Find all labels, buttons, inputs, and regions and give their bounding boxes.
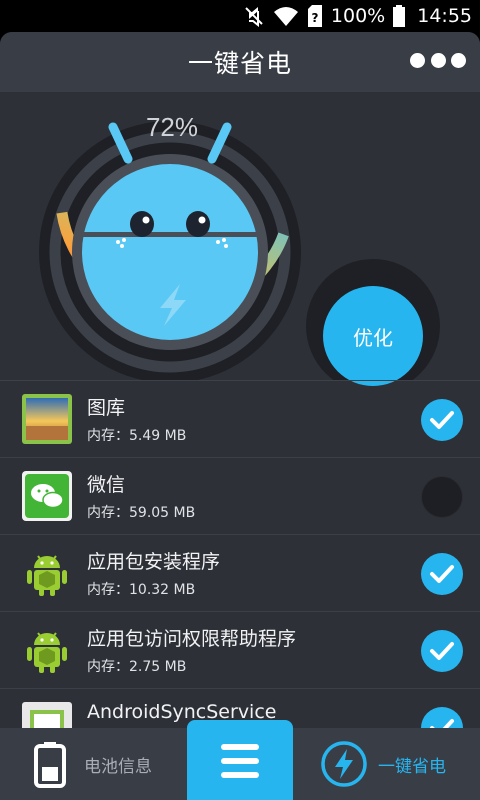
battery-percent-text: 72% [145, 112, 199, 142]
bottom-nav: 电池信息 一键省电 [0, 720, 480, 800]
app-list: 图库 内存：5.49 MB 微信 内存：59.05 MB 应用包安装程序 内存：… [0, 381, 480, 728]
list-item[interactable]: 应用包访问权限帮助程序 内存：2.75 MB [0, 612, 480, 689]
app-name: 应用包访问权限帮助程序 [87, 628, 297, 650]
list-item[interactable]: 微信 内存：59.05 MB [0, 458, 480, 535]
list-item[interactable]: 应用包安装程序 内存：10.32 MB [0, 535, 480, 612]
list-item[interactable]: 图库 内存：5.49 MB [0, 381, 480, 458]
nav-battery-info[interactable]: 电池信息 [0, 728, 187, 800]
app-name: 微信 [87, 474, 126, 496]
checkbox[interactable] [421, 553, 463, 595]
checkbox[interactable] [421, 476, 463, 518]
menu-icon [221, 744, 259, 782]
app-memory: 内存：59.05 MB [87, 505, 196, 521]
app-window: 一键省电 72% 优化 图库 内存：5.49 MB 微信 内存：59.05 MB… [0, 32, 480, 800]
more-dots-icon[interactable] [410, 52, 466, 68]
checkbox[interactable] [421, 630, 463, 672]
battery-icon [393, 5, 406, 27]
sim-icon: ? [307, 5, 323, 27]
android-icon [22, 625, 72, 675]
gallery-icon [22, 394, 72, 444]
app-memory: 内存：10.32 MB [87, 582, 196, 598]
battery-icon [34, 742, 66, 792]
checkbox[interactable] [421, 399, 463, 441]
app-memory: 内存：2.75 MB [87, 659, 187, 675]
app-memory: 内存：5.49 MB [87, 428, 187, 444]
battery-percent: 100% [330, 5, 386, 27]
title-bar: 一键省电 [0, 32, 480, 92]
wechat-icon [22, 471, 72, 521]
page-title: 一键省电 [187, 49, 292, 78]
status-bar: ? 100% 14:55 [0, 0, 480, 32]
android-icon [22, 548, 72, 598]
nav-save-label: 一键省电 [378, 757, 446, 777]
battery-gauge-area: 72% 优化 [0, 92, 480, 386]
svg-text:?: ? [311, 11, 318, 25]
app-icon [22, 702, 72, 728]
clock: 14:55 [417, 5, 472, 27]
wifi-icon [273, 5, 299, 27]
mute-icon [243, 5, 265, 27]
nav-battery-label: 电池信息 [84, 757, 152, 777]
optimize-button[interactable]: 优化 [323, 286, 423, 386]
nav-menu[interactable] [187, 720, 293, 800]
checkbox[interactable] [421, 707, 463, 728]
app-name: 应用包安装程序 [87, 551, 221, 573]
nav-one-click-save[interactable]: 一键省电 [293, 728, 480, 800]
app-name: 图库 [87, 397, 126, 419]
lightning-icon [320, 740, 368, 792]
